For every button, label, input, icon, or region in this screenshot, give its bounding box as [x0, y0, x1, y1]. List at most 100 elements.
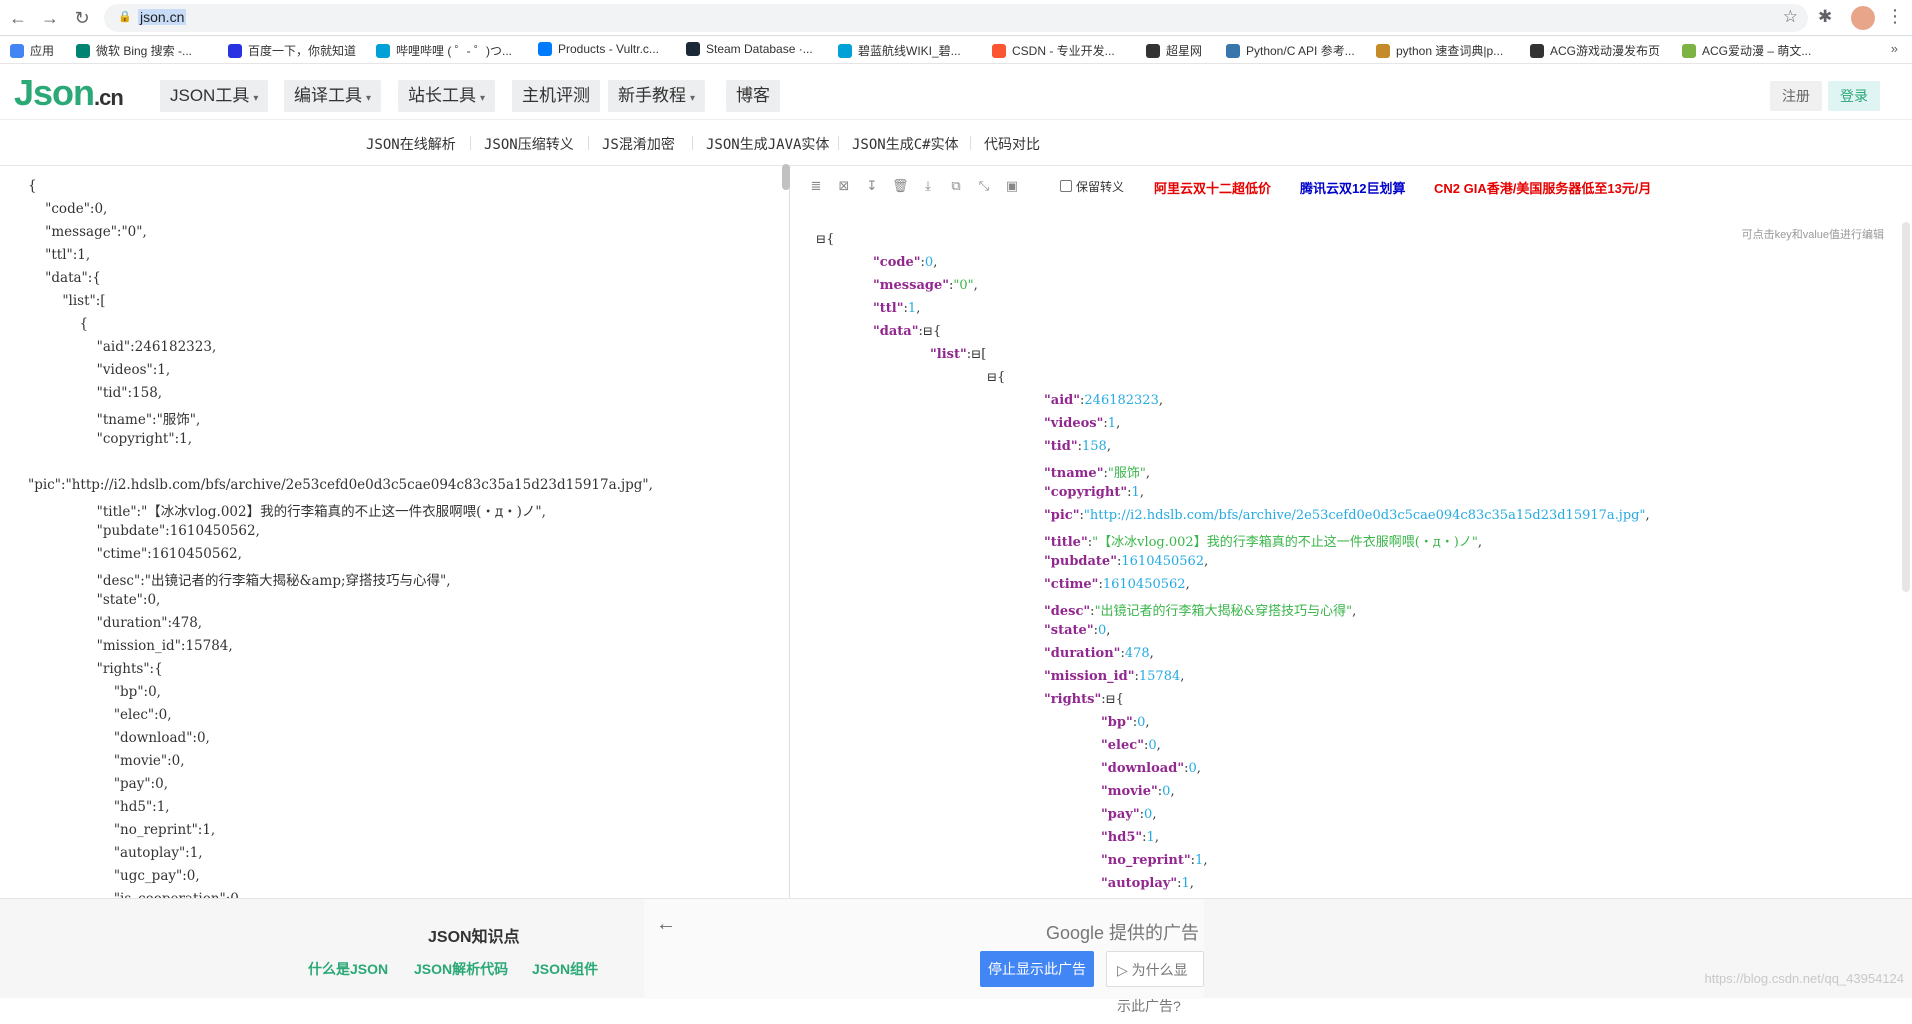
tree-key[interactable]: "rights" — [1044, 692, 1101, 707]
back-icon[interactable]: ← — [6, 6, 30, 30]
bookmark-item[interactable]: Products - Vultr.c... — [538, 42, 659, 56]
bookmark-item[interactable]: ACG爱动漫 – 萌文... — [1682, 42, 1811, 59]
tree-value[interactable]: "出镜记者的行李箱大揭秘&穿搭技巧与心得" — [1095, 604, 1353, 619]
tree-key[interactable]: "code" — [873, 255, 921, 270]
tree-key[interactable]: "tname" — [1044, 466, 1103, 481]
download-icon[interactable]: ⤓ — [920, 178, 936, 194]
trash-icon[interactable]: 🗑 — [892, 178, 909, 194]
bookmark-item[interactable]: Steam Database ·... — [686, 42, 813, 56]
lock-icon[interactable]: 🔒 — [118, 10, 132, 24]
promo-link[interactable]: 腾讯云双12巨划算 — [1300, 178, 1405, 197]
bookmark-item[interactable]: CSDN - 专业开发... — [992, 42, 1115, 59]
tree-key[interactable]: "copyright" — [1044, 485, 1127, 500]
reload-icon[interactable]: ↻ — [70, 6, 94, 30]
extensions-icon[interactable]: ✱ — [1818, 7, 1832, 27]
tree-value[interactable]: 1610450562 — [1121, 554, 1204, 569]
viewer-scrollbar[interactable] — [1902, 222, 1910, 592]
knowledge-link[interactable]: JSON解析代码 — [414, 959, 508, 979]
tree-value[interactable]: 1 — [1108, 416, 1116, 431]
tree-key[interactable]: "download" — [1101, 761, 1184, 776]
tree-value[interactable]: 1 — [1195, 853, 1203, 868]
tree-key[interactable]: "movie" — [1101, 784, 1158, 799]
tree-key[interactable]: "aid" — [1044, 393, 1080, 408]
bookmark-item[interactable]: Python/C API 参考... — [1226, 42, 1355, 59]
bookmark-item[interactable]: 应用 — [10, 42, 54, 59]
tree-key[interactable]: "title" — [1044, 535, 1088, 550]
collapse-icon[interactable]: ⊟ — [923, 324, 933, 338]
profile-avatar[interactable] — [1851, 6, 1875, 30]
tree-value[interactable]: 1 — [1182, 876, 1190, 891]
tree-value[interactable]: 1610450562 — [1103, 577, 1186, 592]
tree-value[interactable]: "服饰" — [1108, 466, 1146, 481]
nav-menu-item[interactable]: 编译工具 ▾ — [284, 80, 382, 112]
tree-key[interactable]: "hd5" — [1101, 830, 1142, 845]
editor-scrollbar[interactable] — [782, 164, 790, 190]
tree-key[interactable]: "desc" — [1044, 604, 1090, 619]
keep-escape-checkbox[interactable] — [1060, 180, 1072, 192]
tree-value[interactable]: 158 — [1082, 439, 1107, 454]
tree-key[interactable]: "message" — [873, 278, 949, 293]
browser-menu-icon[interactable]: ⋮ — [1886, 6, 1904, 27]
promo-link[interactable]: CN2 GIA香港/美国服务器低至13元/月 — [1434, 178, 1651, 197]
subnav-link[interactable]: 代码对比 — [984, 134, 1040, 154]
compress-icon[interactable]: ⤡ — [976, 178, 992, 194]
tree-key[interactable]: "mission_id" — [1044, 669, 1134, 684]
tree-value[interactable]: 1 — [1147, 830, 1155, 845]
tree-value[interactable]: "0" — [953, 278, 973, 293]
arrow-left-icon[interactable]: ← — [656, 913, 676, 936]
subnav-link[interactable]: JSON在线解析 — [366, 134, 456, 154]
tree-value[interactable]: "http://i2.hdslb.com/bfs/archive/2e53cef… — [1084, 508, 1646, 523]
nav-menu-item[interactable]: 主机评测 — [512, 80, 600, 112]
tree-value[interactable]: 0 — [1188, 761, 1196, 776]
tree-value[interactable]: 1 — [1132, 485, 1140, 500]
tree-key[interactable]: "pubdate" — [1044, 554, 1117, 569]
bookmark-star-icon[interactable]: ☆ — [1783, 7, 1798, 27]
bookmark-item[interactable]: 哔哩哔哩 ( ゜- ゜)つ... — [376, 42, 512, 59]
tree-value[interactable]: 0 — [1144, 807, 1152, 822]
tree-value[interactable]: 0 — [1148, 738, 1156, 753]
site-logo[interactable]: Json.cn — [14, 72, 124, 114]
bookmark-item[interactable]: 百度一下，你就知道 — [228, 42, 356, 59]
collapse-icon[interactable]: ⊟ — [816, 232, 826, 246]
tree-key[interactable]: "ctime" — [1044, 577, 1098, 592]
promo-link[interactable]: 阿里云双十二超低价 — [1154, 178, 1271, 197]
copy-icon[interactable]: ⧉ — [948, 178, 964, 194]
nav-menu-item[interactable]: 博客 — [726, 80, 780, 112]
forward-icon[interactable]: → — [38, 6, 62, 30]
database-icon[interactable]: ≣ — [808, 178, 824, 194]
tree-key[interactable]: "no_reprint" — [1101, 853, 1191, 868]
tree-key[interactable]: "data" — [873, 324, 919, 339]
collapse-icon[interactable]: ⊟ — [971, 347, 981, 361]
tree-value[interactable]: 0 — [1098, 623, 1106, 638]
tree-value[interactable]: 0 — [1137, 715, 1145, 730]
json-input-editor[interactable]: { "code":0, "message":"0", "ttl":1, "dat… — [0, 166, 790, 898]
tree-value[interactable]: 0 — [925, 255, 933, 270]
sort-icon[interactable]: ↧ — [864, 178, 880, 194]
tree-key[interactable]: "autoplay" — [1101, 876, 1177, 891]
collapse-icon[interactable]: ⊟ — [1106, 692, 1116, 706]
subnav-link[interactable]: JS混淆加密 — [602, 134, 675, 154]
tree-value[interactable]: 1 — [908, 301, 916, 316]
nav-menu-item[interactable]: JSON工具 ▾ — [160, 80, 269, 112]
bookmark-item[interactable]: python 速查词典|p... — [1376, 42, 1503, 59]
collapse-icon[interactable]: ⊟ — [987, 370, 997, 384]
tree-key[interactable]: "tid" — [1044, 439, 1078, 454]
tree-key[interactable]: "duration" — [1044, 646, 1120, 661]
stop-ad-button[interactable]: 停止显示此广告 — [980, 951, 1094, 987]
tree-value[interactable]: 15784 — [1139, 669, 1180, 684]
subnav-link[interactable]: JSON压缩转义 — [484, 134, 574, 154]
tree-value[interactable]: 478 — [1125, 646, 1150, 661]
address-bar[interactable]: 🔒 json.cn ☆ — [104, 4, 1808, 32]
tree-key[interactable]: "ttl" — [873, 301, 904, 316]
excel-icon[interactable]: ⊠ — [836, 178, 852, 194]
tree-value[interactable]: 246182323 — [1084, 393, 1158, 408]
subnav-link[interactable]: JSON生成JAVA实体 — [706, 134, 829, 154]
register-button[interactable]: 注册 — [1770, 81, 1822, 111]
tree-key[interactable]: "elec" — [1101, 738, 1144, 753]
tree-key[interactable]: "pic" — [1044, 508, 1080, 523]
why-ad-button[interactable]: ▷ 为什么显示此广告? — [1106, 951, 1204, 1014]
url-text[interactable]: json.cn — [138, 9, 187, 25]
nav-menu-item[interactable]: 站长工具 ▾ — [398, 80, 496, 112]
bookmarks-more-icon[interactable]: » — [1891, 41, 1898, 56]
tree-key[interactable]: "bp" — [1101, 715, 1133, 730]
